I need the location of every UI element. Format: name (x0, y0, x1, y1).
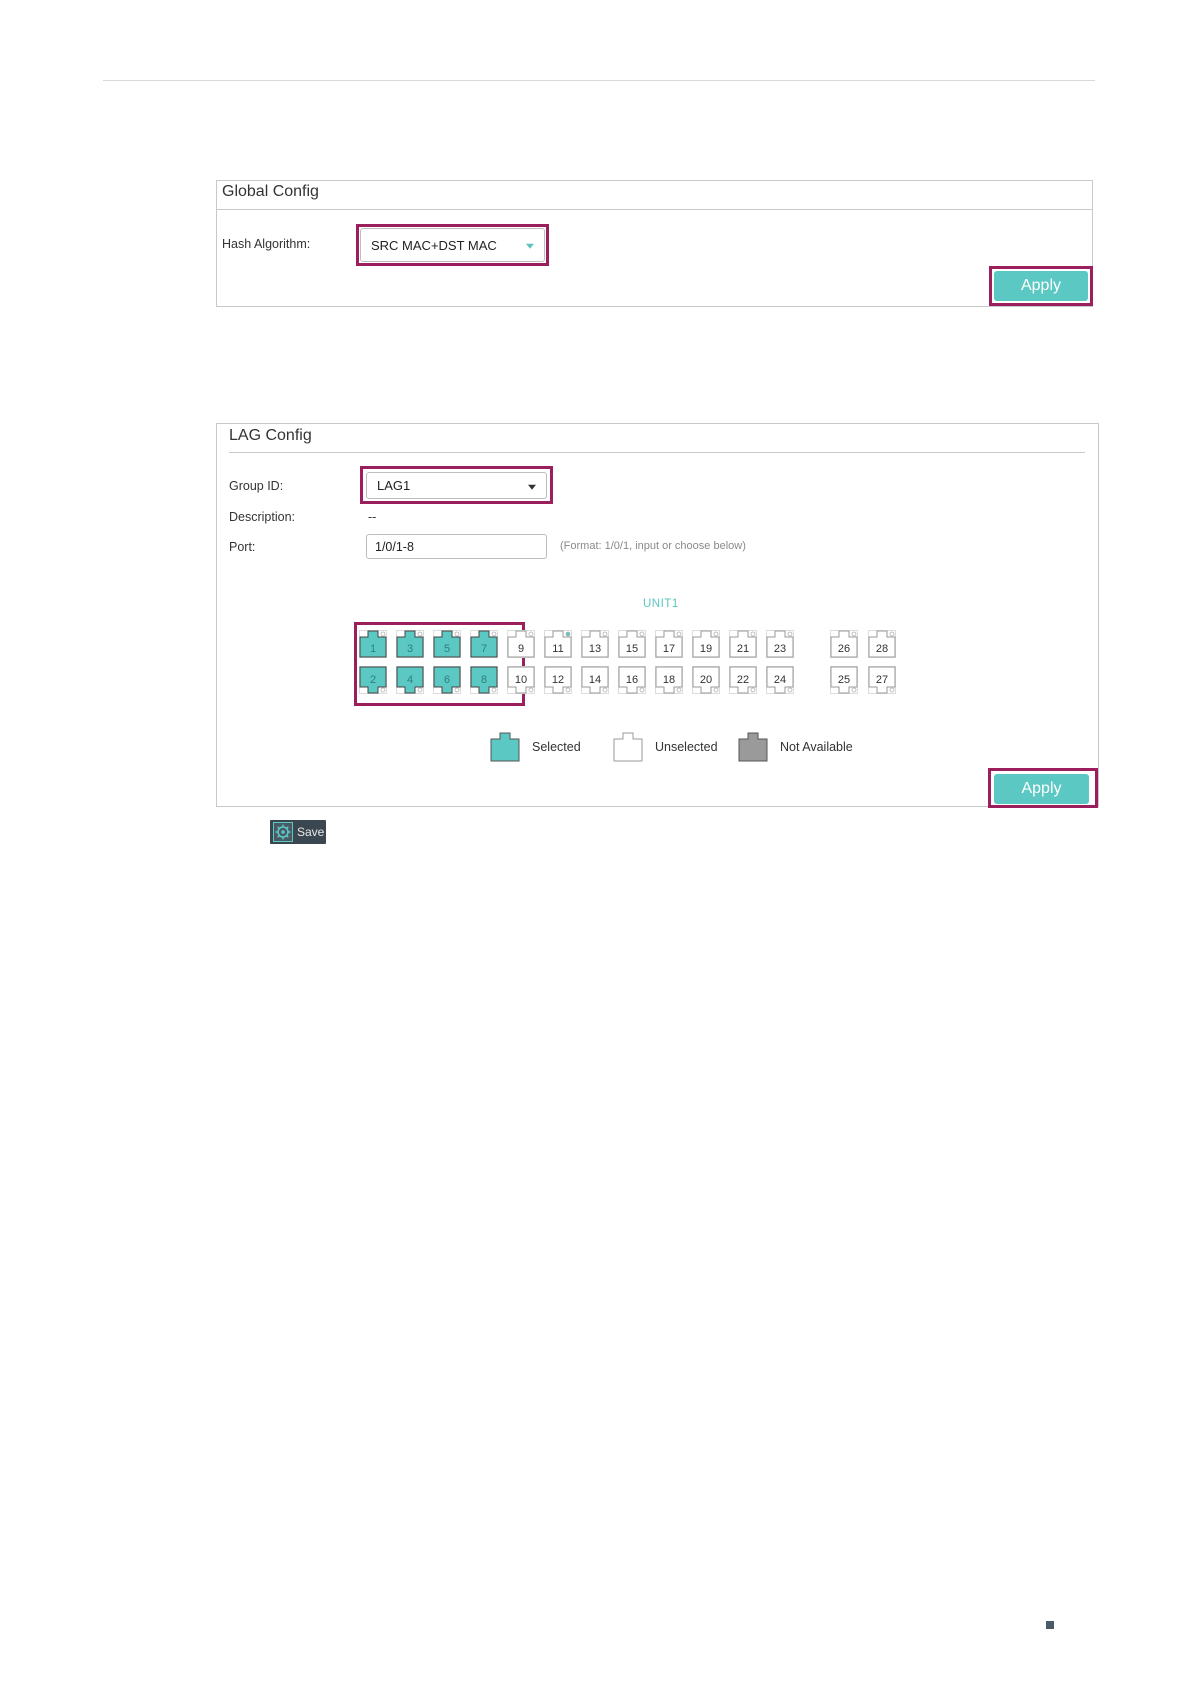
port-number: 4 (406, 674, 414, 686)
lag-apply-button[interactable]: Apply (994, 774, 1089, 804)
port-not-available-icon (738, 732, 768, 762)
port-number: 10 (514, 674, 528, 686)
port-number: 25 (837, 674, 851, 686)
port-number: 24 (773, 674, 787, 686)
port-number: 11 (552, 643, 564, 655)
port-number: 14 (588, 674, 602, 686)
port-number: 18 (662, 674, 676, 686)
hash-algorithm-select[interactable]: SRC MAC+DST MAC (360, 228, 545, 262)
port-27[interactable]: 27 (868, 666, 896, 694)
legend-selected-label: Selected (532, 740, 581, 754)
port-number: 19 (699, 643, 713, 655)
hash-algorithm-label: Hash Algorithm: (222, 237, 311, 251)
port-21[interactable]: 21 (729, 630, 757, 658)
port-number: 9 (517, 643, 525, 655)
port-number: 26 (837, 643, 851, 655)
legend-unselected-label: Unselected (655, 740, 718, 754)
port-16[interactable]: 16 (618, 666, 646, 694)
save-button[interactable]: Save (270, 820, 326, 844)
port-25[interactable]: 25 (830, 666, 858, 694)
global-config-title-rule (217, 209, 1092, 210)
port-number: 28 (875, 643, 889, 655)
chevron-down-icon (528, 484, 536, 490)
unit-label: UNIT1 (643, 598, 679, 610)
group-id-select[interactable]: LAG1 (366, 472, 547, 499)
port-5[interactable]: 5 (433, 630, 461, 658)
port-13[interactable]: 13 (581, 630, 609, 658)
port-number: 7 (480, 643, 488, 655)
global-config-title: Global Config (222, 183, 319, 200)
chevron-down-icon (526, 243, 534, 249)
port-12[interactable]: 12 (544, 666, 572, 694)
port-14[interactable]: 14 (581, 666, 609, 694)
lag-config-panel: LAG Config Group ID: LAG1 Description: -… (216, 423, 1099, 808)
port-label: Port: (229, 540, 256, 554)
legend-not-available: Not Available (738, 732, 853, 762)
port-unselected-icon (613, 732, 643, 762)
port-15[interactable]: 15 (618, 630, 646, 658)
port-11[interactable]: 11 (544, 630, 572, 658)
port-24[interactable]: 24 (766, 666, 794, 694)
port-number: 2 (369, 674, 377, 686)
port-number: 3 (406, 643, 414, 655)
lag-config-title: LAG Config (229, 427, 312, 444)
port-18[interactable]: 18 (655, 666, 683, 694)
port-input[interactable] (366, 534, 547, 559)
port-26[interactable]: 26 (830, 630, 858, 658)
port-number: 23 (773, 643, 787, 655)
page-marker (1046, 1621, 1054, 1629)
port-selected-icon (490, 732, 520, 762)
port-23[interactable]: 23 (766, 630, 794, 658)
port-number: 17 (662, 643, 676, 655)
legend-unselected: Unselected (613, 732, 718, 762)
legend-not-available-label: Not Available (780, 740, 853, 754)
save-label: Save (297, 825, 325, 839)
page-header-rule (103, 80, 1095, 81)
port-20[interactable]: 20 (692, 666, 720, 694)
port-1[interactable]: 1 (359, 630, 387, 658)
port-17[interactable]: 17 (655, 630, 683, 658)
port-number: 1 (369, 643, 377, 655)
global-apply-button[interactable]: Apply (994, 271, 1088, 301)
port-number: 16 (625, 674, 639, 686)
port-number: 20 (699, 674, 713, 686)
port-number: 27 (875, 674, 889, 686)
port-number: 8 (480, 674, 488, 686)
port-format-hint: (Format: 1/0/1, input or choose below) (560, 540, 746, 552)
port-number: 5 (443, 643, 451, 655)
port-6[interactable]: 6 (433, 666, 461, 694)
port-number: 21 (736, 643, 750, 655)
port-number: 22 (736, 674, 750, 686)
port-4[interactable]: 4 (396, 666, 424, 694)
port-8[interactable]: 8 (470, 666, 498, 694)
port-number: 13 (588, 643, 602, 655)
lag-config-title-rule (229, 452, 1085, 453)
port-number: 6 (443, 674, 451, 686)
port-number: 15 (625, 643, 639, 655)
description-value: -- (368, 510, 377, 524)
port-22[interactable]: 22 (729, 666, 757, 694)
save-gear-icon (273, 822, 293, 842)
port-number: 12 (551, 674, 565, 686)
description-label: Description: (229, 510, 295, 524)
port-3[interactable]: 3 (396, 630, 424, 658)
legend-selected: Selected (490, 732, 581, 762)
port-9[interactable]: 9 (507, 630, 535, 658)
port-19[interactable]: 19 (692, 630, 720, 658)
port-7[interactable]: 7 (470, 630, 498, 658)
group-id-label: Group ID: (229, 479, 284, 493)
port-28[interactable]: 28 (868, 630, 896, 658)
port-10[interactable]: 10 (507, 666, 535, 694)
port-2[interactable]: 2 (359, 666, 387, 694)
hash-algorithm-value: SRC MAC+DST MAC (371, 237, 497, 253)
global-config-panel: Global Config Hash Algorithm: SRC MAC+DS… (216, 180, 1093, 307)
group-id-value: LAG1 (377, 478, 411, 493)
